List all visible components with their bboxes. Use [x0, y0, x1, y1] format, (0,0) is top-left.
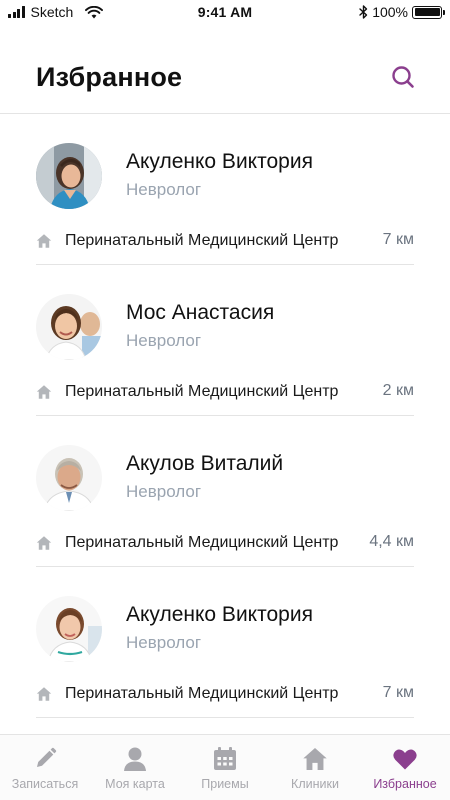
doctor-specialty: Невролог — [126, 482, 202, 501]
tab-book[interactable]: Записаться — [0, 735, 90, 800]
bluetooth-icon — [359, 5, 368, 19]
tab-clinics[interactable]: Клиники — [270, 735, 360, 800]
tab-favorites[interactable]: Избранное — [360, 735, 450, 800]
doctor-card[interactable]: Акулов Виталий Невролог Перинатальный Ме… — [36, 416, 414, 567]
doctor-avatar — [36, 143, 102, 209]
home-icon — [36, 384, 52, 400]
doctor-name: Акуленко Виктория — [126, 603, 313, 626]
pencil-icon — [32, 746, 58, 772]
clinic-name: Перинатальный Медицинский Центр — [65, 232, 339, 249]
status-bar: Sketch 9:41 AM 100% — [0, 0, 450, 26]
clinic-distance: 7 км — [382, 684, 414, 701]
search-icon — [392, 66, 414, 88]
doctor-avatar — [36, 294, 102, 360]
clinic-distance: 7 км — [382, 231, 414, 248]
doctor-name: Акулов Виталий — [126, 452, 284, 475]
status-right: 100% — [359, 4, 445, 20]
page-title: Избранное — [36, 62, 183, 92]
tab-label: Записаться — [11, 777, 79, 791]
clinic-name: Перинатальный Медицинский Центр — [65, 534, 339, 551]
doctor-card[interactable]: Мос Анастасия Невролог Перинатальный Мед… — [36, 265, 414, 416]
clinic-row: Перинатальный Медицинский Центр 4,4 км — [36, 532, 414, 554]
home-icon — [36, 686, 52, 702]
heart-icon — [392, 746, 418, 772]
doctor-name: Мос Анастасия — [126, 301, 275, 324]
clinic-distance: 4,4 км — [369, 533, 414, 550]
tab-label: Клиники — [291, 777, 339, 791]
search-button[interactable] — [390, 64, 416, 90]
tab-label: Моя карта — [105, 777, 165, 791]
doctor-name: Акуленко Виктория — [126, 150, 313, 173]
clinic-row: Перинатальный Медицинский Центр 2 км — [36, 381, 414, 403]
clinic-name: Перинатальный Медицинский Центр — [65, 383, 339, 400]
clinic-row: Перинатальный Медицинский Центр 7 км — [36, 230, 414, 252]
header: Избранное — [0, 52, 450, 114]
battery-icon — [412, 5, 445, 19]
clinic-distance: 2 км — [382, 382, 414, 399]
tab-bar: Записаться Моя карта Приемы Клиники Избр… — [0, 734, 450, 800]
doctor-specialty: Невролог — [126, 180, 202, 199]
doctor-card[interactable]: Акуленко Виктория Невролог Перинатальный… — [36, 567, 414, 718]
favorites-list: Акуленко Виктория Невролог Перинатальный… — [0, 114, 450, 734]
doctor-card[interactable]: Акуленко Виктория Невролог Перинатальный… — [36, 114, 414, 265]
home-icon — [302, 746, 328, 772]
battery-percent: 100% — [372, 4, 408, 20]
clinic-row: Перинатальный Медицинский Центр 7 км — [36, 683, 414, 705]
tab-appointments[interactable]: Приемы — [180, 735, 270, 800]
home-icon — [36, 233, 52, 249]
doctor-avatar — [36, 445, 102, 511]
doctor-avatar — [36, 596, 102, 662]
clinic-name: Перинатальный Медицинский Центр — [65, 685, 339, 702]
calendar-icon — [212, 746, 238, 772]
tab-label: Избранное — [373, 777, 437, 791]
doctor-specialty: Невролог — [126, 331, 202, 350]
doctor-specialty: Невролог — [126, 633, 202, 652]
home-icon — [36, 535, 52, 551]
battery-level — [414, 8, 440, 16]
tab-label: Приемы — [201, 777, 249, 791]
tab-my-card[interactable]: Моя карта — [90, 735, 180, 800]
person-icon — [122, 746, 148, 772]
